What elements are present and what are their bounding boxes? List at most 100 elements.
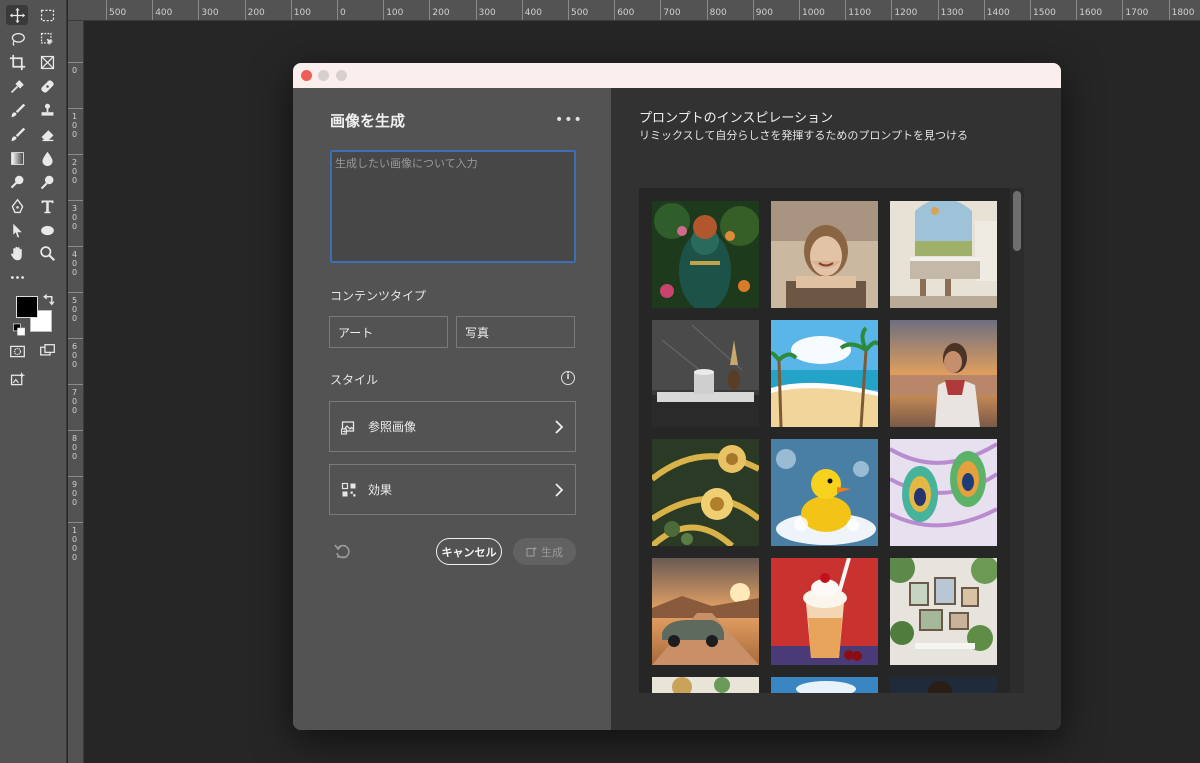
window-maximize-button[interactable] <box>336 70 347 81</box>
swap-colors-icon[interactable] <box>42 292 56 306</box>
marquee-tool-icon[interactable] <box>36 5 58 25</box>
inspiration-tile-rubber-duck-bubbles[interactable] <box>771 439 878 546</box>
dialog-title: 画像を生成 <box>330 112 406 130</box>
inspiration-tile-golden-lotus-pattern[interactable] <box>652 439 759 546</box>
ruler-tick <box>68 430 83 431</box>
inspiration-tile-jungle-goddess[interactable] <box>652 201 759 308</box>
ruler-tick <box>68 108 83 109</box>
ruler-tick <box>614 0 616 20</box>
content-type-label: コンテンツタイプ <box>330 289 427 303</box>
move-tool-icon[interactable] <box>6 5 28 25</box>
inspiration-subtitle: リミックスして自分らしさを発揮するためのプロンプトを見つける <box>639 129 969 142</box>
history-brush-tool-icon[interactable] <box>6 124 28 144</box>
ruler-tick <box>1168 0 1170 20</box>
screen-mode-icon[interactable] <box>36 341 58 361</box>
info-icon[interactable]: i <box>561 371 575 385</box>
reference-image-button[interactable]: 参照画像 <box>329 401 576 452</box>
inspiration-title: プロンプトのインスピレーション <box>639 111 834 126</box>
dialog-titlebar <box>293 63 1061 88</box>
generative-ai-icon[interactable] <box>6 369 28 389</box>
ruler-label: 1600 <box>1079 8 1103 18</box>
inspiration-tile-marble-pedestal[interactable] <box>652 320 759 427</box>
quick-mask-icon[interactable] <box>6 341 28 361</box>
default-colors-icon[interactable] <box>12 322 26 336</box>
ruler-tick <box>383 0 385 20</box>
ruler-label: 1500 <box>1033 8 1056 18</box>
inspiration-tile-partial-1[interactable] <box>652 677 759 693</box>
window-close-button[interactable] <box>301 70 312 81</box>
gradient-tool-icon[interactable] <box>6 148 28 168</box>
effects-button[interactable]: 効果 <box>329 464 576 515</box>
inspiration-tile-partial-3[interactable] <box>890 677 997 693</box>
ruler-label: 300 <box>478 8 496 18</box>
inspiration-tile-vintage-car-desert[interactable] <box>652 558 759 665</box>
eraser-tool-icon[interactable] <box>36 124 58 144</box>
pen-tool-icon[interactable] <box>6 196 28 216</box>
ruler-tick <box>937 0 939 20</box>
ruler-label: 500 <box>109 8 127 18</box>
ruler-label: 1000 <box>802 8 825 18</box>
window-minimize-button[interactable] <box>318 70 329 81</box>
more-tools-icon[interactable] <box>6 267 28 287</box>
eyedropper-tool-icon[interactable] <box>6 76 28 96</box>
generate-button[interactable]: 生成 <box>513 538 576 565</box>
content-type-art-button[interactable]: アート <box>329 316 448 348</box>
clone-stamp-tool-icon[interactable] <box>36 100 58 120</box>
ruler-tick <box>706 0 708 20</box>
inspiration-tile-modern-kitchen[interactable] <box>890 201 997 308</box>
ruler-tick <box>152 0 154 20</box>
horizontal-ruler: 500 400 300 200 100 0 100 200 300 400 500 600 700 800… <box>68 0 1200 21</box>
object-select-tool-icon[interactable] <box>36 29 58 49</box>
ellipse-tool-icon[interactable] <box>36 220 58 240</box>
ruler-tick <box>68 522 83 523</box>
ruler-tick <box>290 0 292 20</box>
ruler-label: 600 <box>72 342 78 369</box>
inspiration-tile-woman-at-beach-sunset[interactable] <box>890 320 997 427</box>
ruler-label: 900 <box>755 8 773 18</box>
type-tool-icon[interactable] <box>36 196 58 216</box>
reference-image-label: 参照画像 <box>368 420 417 434</box>
ruler-tick <box>68 476 83 477</box>
healing-brush-tool-icon[interactable] <box>36 76 58 96</box>
inspiration-tile-tropical-beach[interactable] <box>771 320 878 427</box>
ruler-label: 200 <box>432 8 450 18</box>
crop-tool-icon[interactable] <box>6 52 28 72</box>
hand-tool-icon[interactable] <box>6 243 28 263</box>
ruler-label: 0 <box>340 8 346 18</box>
ruler-label: 200 <box>247 8 265 18</box>
lasso-tool-icon[interactable] <box>6 29 28 49</box>
ruler-label: 1000 <box>72 526 78 562</box>
ruler-tick <box>68 384 83 385</box>
inspiration-tile-peacock-feather-pattern[interactable] <box>890 439 997 546</box>
ruler-label: 900 <box>72 480 78 507</box>
dodge-tool-icon[interactable] <box>6 172 28 192</box>
ruler-tick <box>429 0 431 20</box>
inspiration-tile-partial-2[interactable] <box>771 677 878 693</box>
ruler-label: 1100 <box>848 8 872 18</box>
content-type-photo-button[interactable]: 写真 <box>456 316 575 348</box>
sponge-tool-icon[interactable] <box>36 172 58 192</box>
ruler-label: 100 <box>72 112 78 139</box>
ruler-label: 1300 <box>940 8 964 18</box>
cancel-button[interactable]: キャンセル <box>436 538 502 565</box>
ruler-tick <box>68 292 83 293</box>
zoom-tool-icon[interactable] <box>36 243 58 263</box>
more-options-button[interactable]: ••• <box>555 112 583 128</box>
effects-label: 効果 <box>368 483 393 497</box>
gallery-scrollbar[interactable] <box>1010 188 1024 693</box>
ruler-tick <box>198 0 200 20</box>
inspiration-tile-plant-wall-room[interactable] <box>890 558 997 665</box>
ruler-tick <box>1076 0 1078 20</box>
frame-tool-icon[interactable] <box>36 52 58 72</box>
gallery-scrollbar-thumb[interactable] <box>1013 191 1021 251</box>
inspiration-tile-vintage-portrait-woman[interactable] <box>771 201 878 308</box>
foreground-color-swatch[interactable] <box>16 296 38 318</box>
inspiration-tile-milkshake[interactable] <box>771 558 878 665</box>
reset-icon[interactable] <box>333 542 351 560</box>
ruler-label: 0 <box>72 66 78 75</box>
prompt-input[interactable] <box>330 150 576 263</box>
blur-tool-icon[interactable] <box>36 148 58 168</box>
ruler-label: 1800 <box>1171 8 1195 18</box>
brush-tool-icon[interactable] <box>6 100 28 120</box>
path-selection-tool-icon[interactable] <box>6 220 28 240</box>
